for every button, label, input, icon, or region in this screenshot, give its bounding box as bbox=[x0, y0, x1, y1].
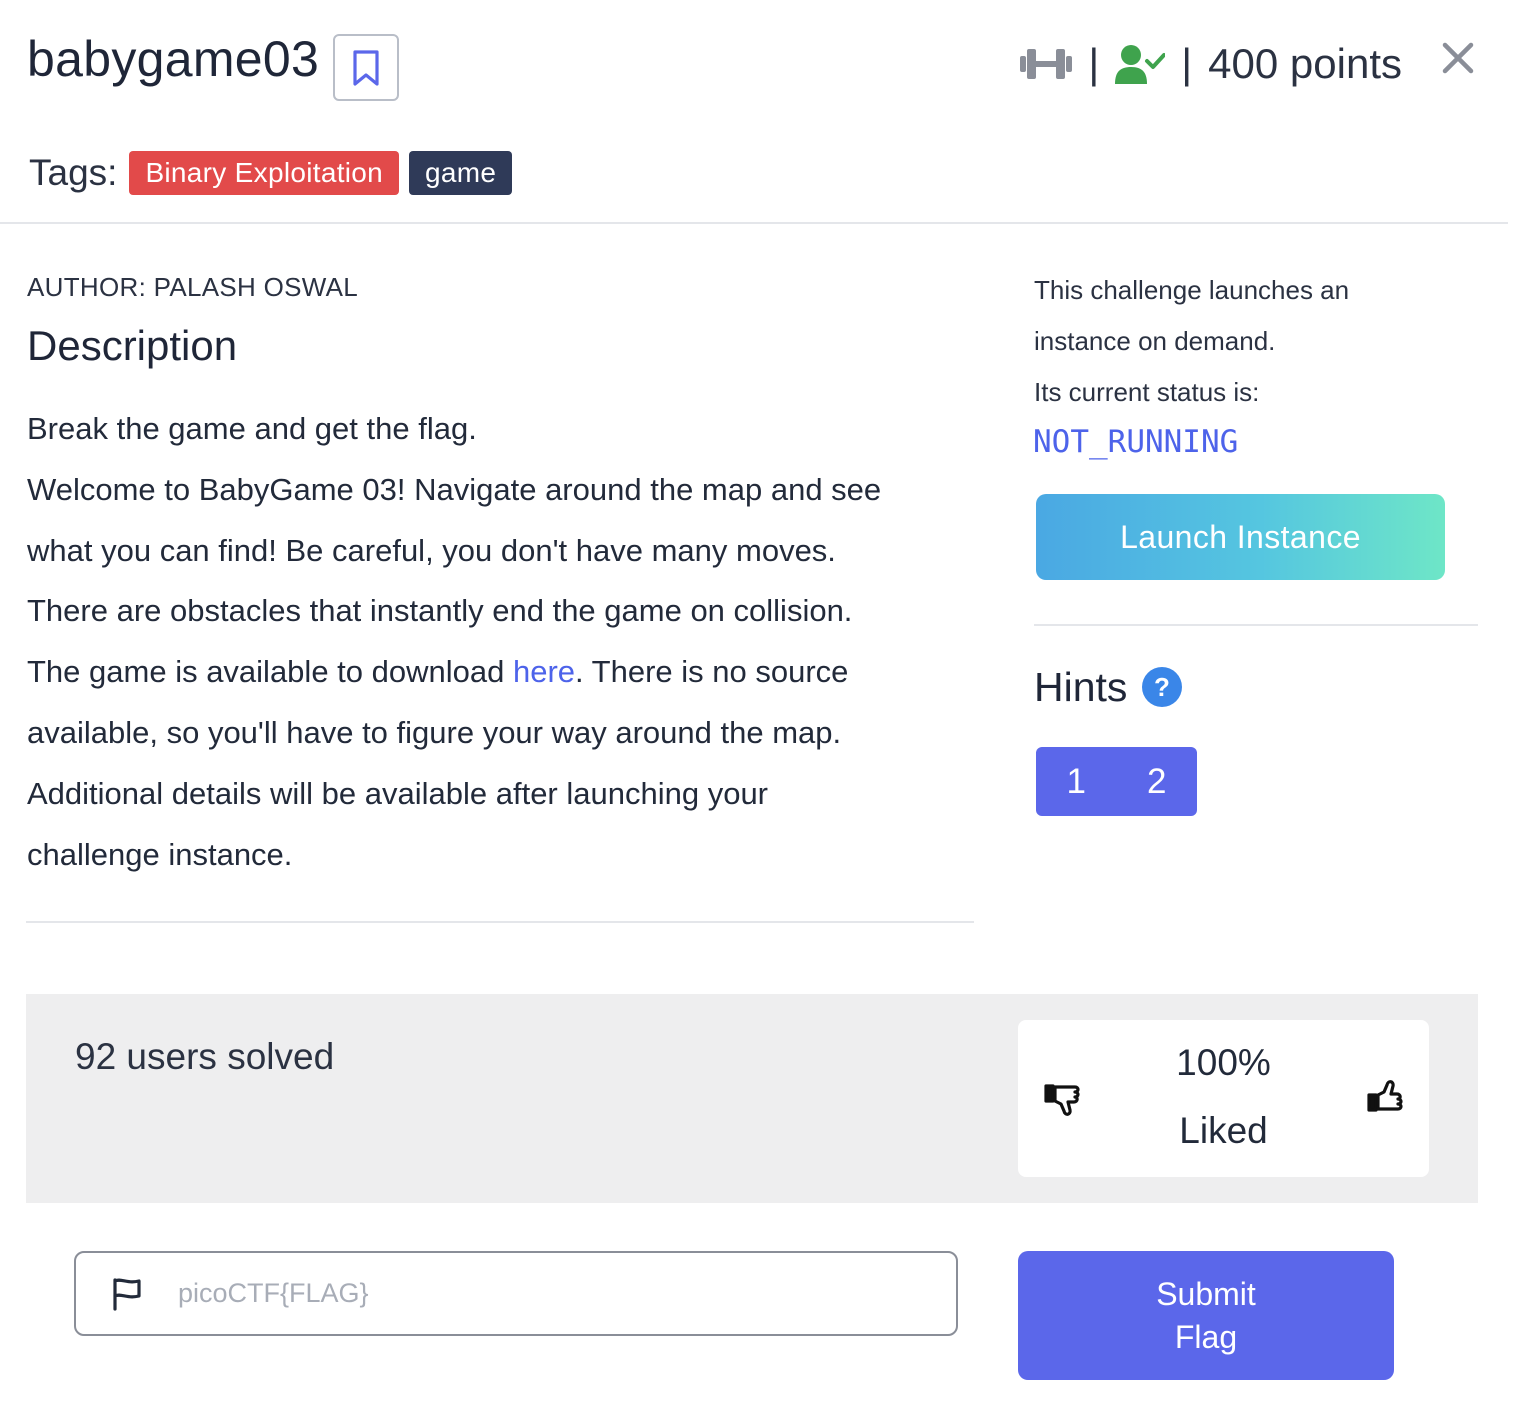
flag-icon bbox=[113, 1277, 141, 1311]
description-divider bbox=[26, 921, 974, 923]
hints-button-group: 1 2 bbox=[1036, 747, 1197, 816]
close-button[interactable] bbox=[1440, 40, 1476, 76]
instance-info: This challenge launches an instance on d… bbox=[1034, 265, 1474, 418]
points-value: 400 points bbox=[1208, 40, 1402, 87]
challenge-title: babygame03 bbox=[27, 31, 320, 87]
hint-button-2[interactable]: 2 bbox=[1117, 747, 1198, 816]
instance-divider bbox=[1034, 624, 1478, 626]
instance-info-line: This challenge launches an bbox=[1034, 275, 1350, 305]
header-divider bbox=[0, 222, 1508, 224]
download-link[interactable]: here bbox=[513, 654, 575, 689]
stats-panel: 92 users solved 100% Liked bbox=[26, 994, 1478, 1203]
challenge-modal: babygame03 | | 400 points Tags: Binary E… bbox=[0, 0, 1520, 1406]
launch-instance-button[interactable]: Launch Instance bbox=[1036, 494, 1445, 580]
challenge-meta: | | 400 points bbox=[1020, 36, 1402, 92]
description-line: The game is available to download here. … bbox=[27, 642, 967, 703]
description-line: what you can find! Be careful, you don't… bbox=[27, 532, 836, 568]
description-text: The game is available to download bbox=[27, 654, 513, 690]
author-line: AUTHOR: PALASH OSWAL bbox=[27, 272, 359, 302]
submit-flag-button[interactable]: Submit Flag bbox=[1018, 1251, 1394, 1380]
flag-input[interactable] bbox=[178, 1263, 938, 1324]
meta-separator: | bbox=[1088, 40, 1100, 87]
instance-info-line: instance on demand. bbox=[1034, 326, 1276, 356]
close-icon bbox=[1442, 42, 1474, 74]
tags-row: Tags: Binary Exploitation game bbox=[29, 150, 513, 196]
meta-separator: | bbox=[1181, 40, 1193, 87]
hint-button-1[interactable]: 1 bbox=[1036, 747, 1117, 816]
description-line: Break the game and get the flag. bbox=[27, 411, 477, 446]
description-heading: Description bbox=[27, 322, 238, 369]
flag-input-container bbox=[74, 1251, 958, 1336]
description-line: Welcome to BabyGame 03! Navigate around … bbox=[27, 471, 882, 507]
description-text: . There is no source bbox=[575, 654, 849, 690]
description-line: There are obstacles that instantly end t… bbox=[27, 593, 853, 629]
tag-binary-exploitation[interactable]: Binary Exploitation bbox=[129, 151, 400, 195]
bookmark-button[interactable] bbox=[333, 34, 399, 101]
submit-flag-label: Submit Flag bbox=[1141, 1273, 1271, 1359]
description-body: Break the game and get the flag. Welcome… bbox=[27, 399, 967, 885]
submit-flag-label-line: Submit bbox=[1156, 1275, 1256, 1312]
hints-help-icon[interactable]: ? bbox=[1142, 667, 1182, 707]
tag-game[interactable]: game bbox=[409, 151, 513, 195]
submit-flag-label-line: Flag bbox=[1174, 1318, 1238, 1355]
user-check-icon bbox=[1115, 45, 1166, 84]
description-line: challenge instance. bbox=[27, 836, 293, 872]
hints-heading: Hints bbox=[1034, 664, 1128, 710]
instance-status: NOT_RUNNING bbox=[1033, 424, 1239, 460]
like-card: 100% Liked bbox=[1018, 1020, 1429, 1177]
dumbbell-icon bbox=[1020, 49, 1073, 79]
bookmark-icon bbox=[353, 49, 379, 86]
solved-count: 92 users solved bbox=[75, 1036, 335, 1077]
description-line: available, so you'll have to figure your… bbox=[27, 714, 842, 750]
description-line: Additional details will be available aft… bbox=[27, 775, 769, 811]
instance-info-line: Its current status is: bbox=[1034, 377, 1260, 407]
tags-label: Tags: bbox=[29, 152, 118, 193]
thumbs-up-icon[interactable] bbox=[1367, 1078, 1407, 1118]
